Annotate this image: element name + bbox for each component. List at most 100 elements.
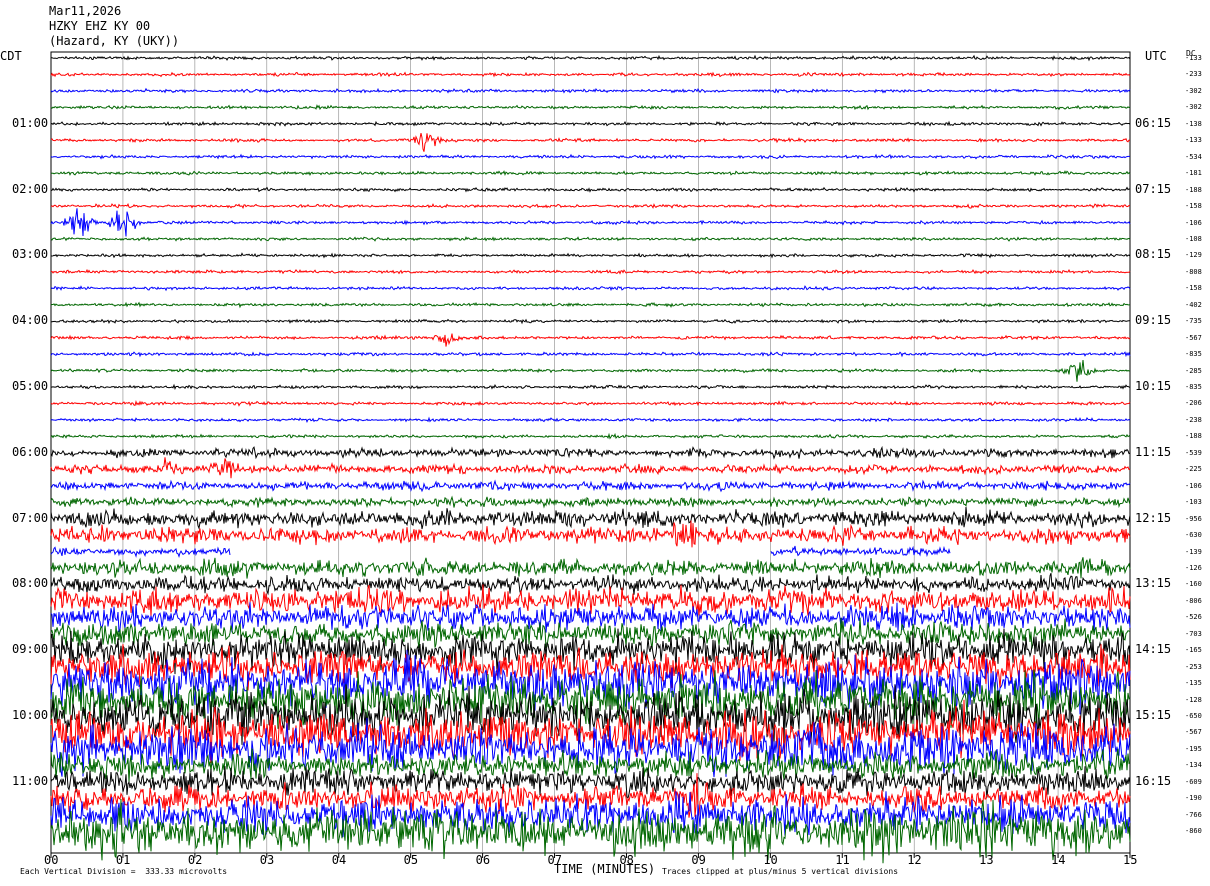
dc-offset-value: -534 [1185, 152, 1202, 161]
x-tick-label: 15 [1123, 853, 1138, 867]
left-hour-label: 04:00 [12, 313, 49, 328]
trace-row [50, 268, 1131, 275]
dc-offset-value: -181 [1185, 169, 1202, 178]
dc-offset-value: -253 [1185, 662, 1202, 671]
right-hour-label: 06:15 [1135, 115, 1172, 130]
right-hour-label: 14:15 [1135, 642, 1172, 657]
dc-offset-value: -190 [1185, 794, 1202, 803]
record-date: Mar11,2026 [49, 4, 122, 18]
trace-row [50, 104, 1131, 111]
trace-row [50, 54, 1131, 62]
trace-row [50, 285, 1131, 292]
left-hour-label: 01:00 [12, 115, 49, 130]
dc-offset-value: -188 [1185, 185, 1202, 194]
trace-row [50, 186, 1131, 193]
dc-offset-value: -158 [1185, 202, 1202, 211]
trace-row [50, 520, 1131, 548]
trace-row [50, 301, 1130, 309]
trace-row [50, 573, 1131, 596]
dc-offset-value: -302 [1185, 103, 1202, 112]
dc-offset-value: -126 [1185, 563, 1202, 572]
dc-offset-value: -539 [1185, 448, 1202, 457]
trace-row [50, 236, 1131, 242]
x-tick-label: 04 [331, 853, 347, 867]
clipping-note: Traces clipped at plus/minus 5 vertical … [662, 867, 899, 876]
left-hour-label: 11:00 [12, 773, 49, 788]
left-hour-label: 02:00 [12, 181, 49, 196]
right-hour-label: 08:15 [1135, 247, 1172, 262]
dc-offset-value: -108 [1185, 234, 1202, 243]
trace-row [50, 351, 1131, 358]
trace-row [50, 170, 1131, 177]
dc-offset-value: -567 [1185, 728, 1202, 737]
helicorder-plot [50, 51, 1131, 864]
trace-row [50, 416, 1131, 424]
dc-offset-value: -402 [1185, 300, 1202, 309]
right-hour-label: 10:15 [1135, 379, 1172, 393]
x-tick-label: 00 [44, 853, 59, 867]
dc-offset-value: -860 [1185, 827, 1202, 836]
x-tick-label: 13 [979, 853, 994, 867]
left-hour-label: 10:00 [12, 708, 49, 722]
dc-offset-value: -806 [1185, 596, 1202, 605]
dc-offset-value: -206 [1185, 399, 1202, 408]
trace-row [50, 557, 1131, 579]
left-hour-label: 07:00 [12, 510, 49, 525]
dc-offset-value: -956 [1185, 514, 1202, 523]
trace-row [50, 208, 1131, 237]
right-timezone: UTC [1145, 49, 1167, 63]
x-tick-label: 01 [115, 853, 131, 867]
dc-offset-value: -567 [1185, 333, 1202, 342]
dc-offset-value: -106 [1185, 481, 1202, 490]
dc-offset-value: -609 [1185, 777, 1202, 786]
dc-offset-value: -735 [1185, 317, 1202, 326]
dc-offset-value: -835 [1185, 350, 1202, 359]
dc-offset-value: -526 [1185, 613, 1202, 622]
trace-row [50, 383, 1131, 390]
dc-offset-value: -238 [1185, 415, 1202, 424]
trace-row [50, 545, 951, 559]
trace-row [50, 87, 1131, 94]
dc-offset-value: -808 [1185, 267, 1202, 276]
x-tick-label: 12 [907, 853, 922, 867]
left-hour-label: 05:00 [12, 379, 49, 393]
dc-offset-value: -165 [1185, 646, 1202, 655]
left-hour-label: 08:00 [12, 576, 49, 591]
dc-offset-value: -135 [1185, 679, 1202, 688]
trace-row [50, 318, 1130, 325]
trace-row [51, 252, 1131, 259]
dc-offset-value: -302 [1185, 86, 1202, 95]
trace-row [50, 333, 1131, 347]
trace-row [50, 120, 1131, 127]
trace-row [50, 71, 1131, 78]
dc-offset-value: -134 [1185, 761, 1202, 770]
dc-offset-value: -158 [1185, 284, 1202, 293]
trace-row [50, 400, 1131, 407]
x-tick-label: 03 [259, 853, 275, 867]
dc-offset-value: -195 [1185, 744, 1202, 753]
dc-offset-value: -129 [1185, 251, 1202, 260]
trace-row [50, 457, 1131, 479]
x-tick-label: 02 [187, 853, 203, 867]
vertical-division-note: Each Vertical Division = 333.33 microvol… [20, 867, 228, 876]
x-tick-label: 10 [763, 853, 778, 867]
dc-offset-value: -835 [1185, 383, 1202, 391]
right-hour-label: 13:15 [1135, 576, 1172, 591]
station-code: HZKY EHZ KY 00 [49, 19, 151, 33]
trace-row [50, 506, 1131, 530]
x-axis-label: TIME (MINUTES) [554, 862, 656, 876]
trace-row [50, 132, 1131, 152]
dc-offset-value: -103 [1185, 498, 1202, 507]
dc-offset-value: -128 [1185, 695, 1202, 704]
x-tick-label: 06 [475, 853, 491, 867]
dc-offset-value: -650 [1185, 712, 1202, 720]
trace-row [50, 495, 1131, 509]
x-tick-label: 14 [1051, 853, 1066, 867]
right-hour-label: 12:15 [1135, 510, 1172, 525]
dc-offset-value: -225 [1185, 465, 1202, 474]
right-hour-label: 15:15 [1135, 708, 1172, 722]
dc-offset-value: -630 [1185, 531, 1202, 540]
trace-row [50, 445, 1131, 460]
station-location: (Hazard, KY (UKY)) [49, 34, 180, 48]
trace-row [50, 479, 1131, 493]
